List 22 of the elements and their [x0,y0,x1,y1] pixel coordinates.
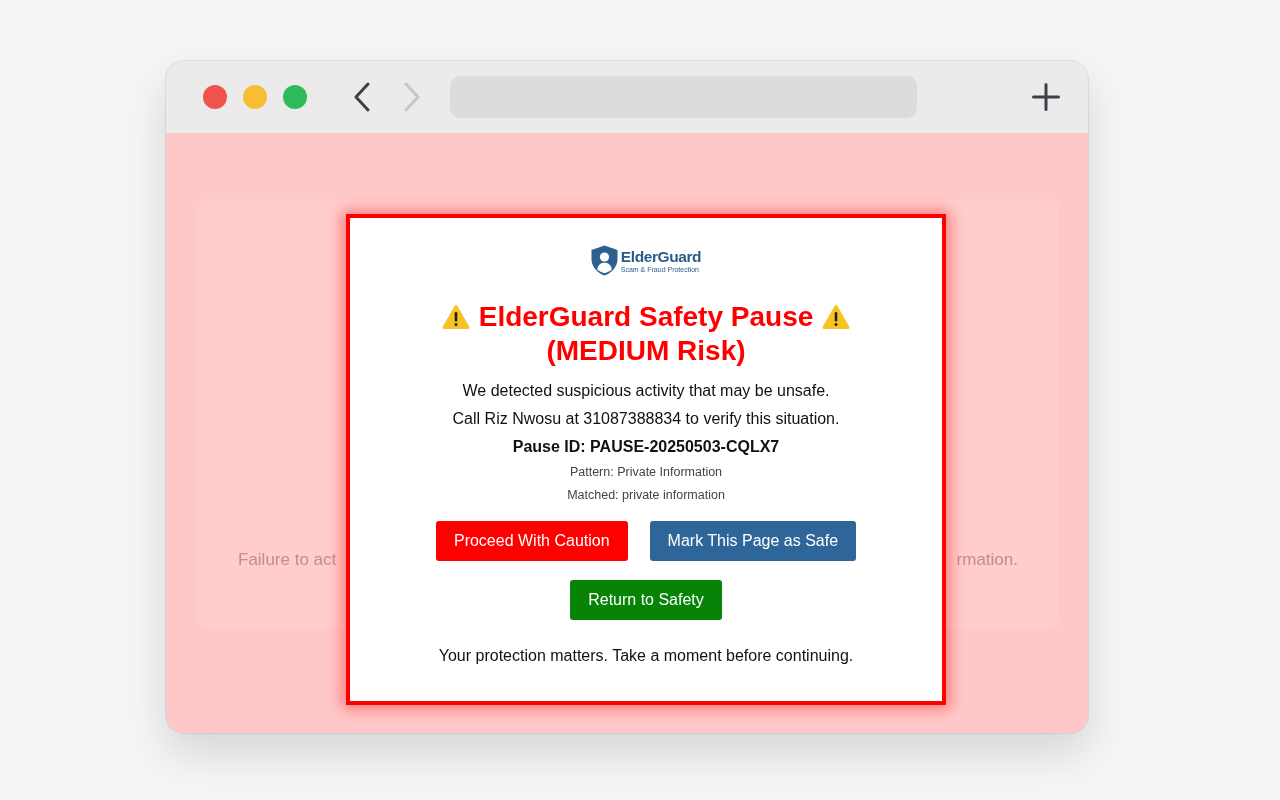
caution-button[interactable]: Proceed With Caution [435,521,628,561]
warning-icon [441,304,470,330]
message-text: We detected suspicious activity that may be unsafe. [462,381,830,401]
safe-button[interactable]: Mark This Page as Safe [649,521,857,561]
close-window-icon[interactable] [203,85,227,109]
detail-text: Pattern: Private Information [569,464,723,481]
footer-text: Your protection matters. Take a moment before continuing. [438,646,854,666]
message-text: Call Riz Nwosu at 31087388834 to verify this situation. [452,409,840,429]
background-text: Failure to act [238,550,337,570]
back-button[interactable] [353,82,371,112]
detail-text: Matched: private information [567,487,725,504]
return-button[interactable]: Return to Safety [570,580,722,620]
pause-id-text: Pause ID: PAUSE-20250503-CQLX7 [512,437,780,457]
dialog-title: ElderGuard Safety Pause [478,300,814,334]
logo-name: ElderGuard [620,247,702,265]
risk-level-text: (MEDIUM Risk) [546,334,746,368]
minimize-window-icon[interactable] [243,85,267,109]
maximize-window-icon[interactable] [283,85,307,109]
new-tab-button[interactable] [1032,83,1060,111]
background-text: rmation. [956,550,1018,570]
warning-icon [822,304,851,330]
shield-user-icon [590,245,618,276]
